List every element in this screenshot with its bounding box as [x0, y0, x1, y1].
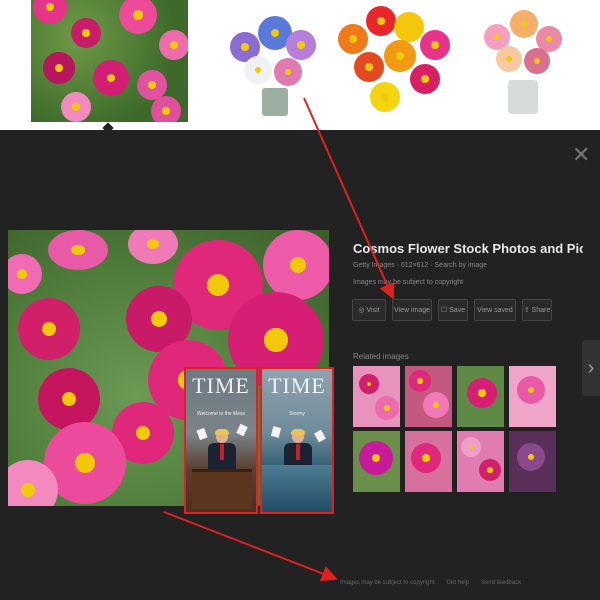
close-icon[interactable]: ✕ — [572, 144, 590, 166]
related-image[interactable] — [509, 431, 556, 492]
preview-meta: Getty Images · 612×612 · Search by image — [353, 262, 488, 269]
feedback-link[interactable]: Send feedback — [481, 580, 521, 586]
image-results-strip — [0, 0, 600, 134]
visit-button[interactable]: ◎ Visit — [352, 299, 386, 321]
related-image[interactable] — [457, 366, 504, 427]
cover-subtitle: Stormy — [289, 411, 305, 417]
view-saved-button[interactable]: View saved — [474, 299, 516, 321]
chevron-right-icon[interactable]: › — [582, 340, 600, 396]
cover-desk — [192, 469, 252, 509]
cover-figure — [208, 429, 236, 471]
footer-links: Images may be subject to copyright Get h… — [340, 580, 521, 586]
preview-title[interactable]: Cosmos Flower Stock Photos and Pic... — [353, 241, 583, 256]
related-image[interactable] — [457, 431, 504, 492]
result-thumbnail-vase[interactable] — [474, 4, 574, 120]
result-thumbnail-gerbera[interactable] — [336, 2, 452, 122]
copyright-link[interactable]: Images may be subject to copyright — [340, 580, 434, 586]
cover-subtitle: Welcome to the Mess — [197, 411, 245, 417]
time-cover-2: TIME Stormy — [260, 367, 334, 514]
related-images-heading: Related images — [353, 352, 409, 361]
help-link[interactable]: Get help — [446, 580, 469, 586]
result-thumbnail-cosmos[interactable] — [31, 0, 188, 122]
related-images-grid — [353, 366, 563, 492]
related-image[interactable] — [353, 431, 400, 492]
time-wordmark: TIME — [192, 373, 250, 398]
copyright-note: Images may be subject to copyright — [353, 279, 464, 286]
related-image[interactable] — [353, 366, 400, 427]
related-image[interactable] — [405, 431, 452, 492]
related-image[interactable] — [509, 366, 556, 427]
cover-waves — [262, 465, 332, 512]
view-image-button[interactable]: View image — [392, 299, 432, 321]
save-button[interactable]: ☐ Save — [438, 299, 468, 321]
time-wordmark: TIME — [268, 373, 326, 398]
share-button[interactable]: ⇪ Share — [522, 299, 552, 321]
related-image[interactable] — [405, 366, 452, 427]
result-thumbnail-bouquet-purple[interactable] — [222, 8, 334, 120]
time-cover-1: TIME Welcome to the Mess — [184, 367, 258, 514]
preview-actions: ◎ Visit View image ☐ Save View saved ⇪ S… — [352, 299, 552, 321]
